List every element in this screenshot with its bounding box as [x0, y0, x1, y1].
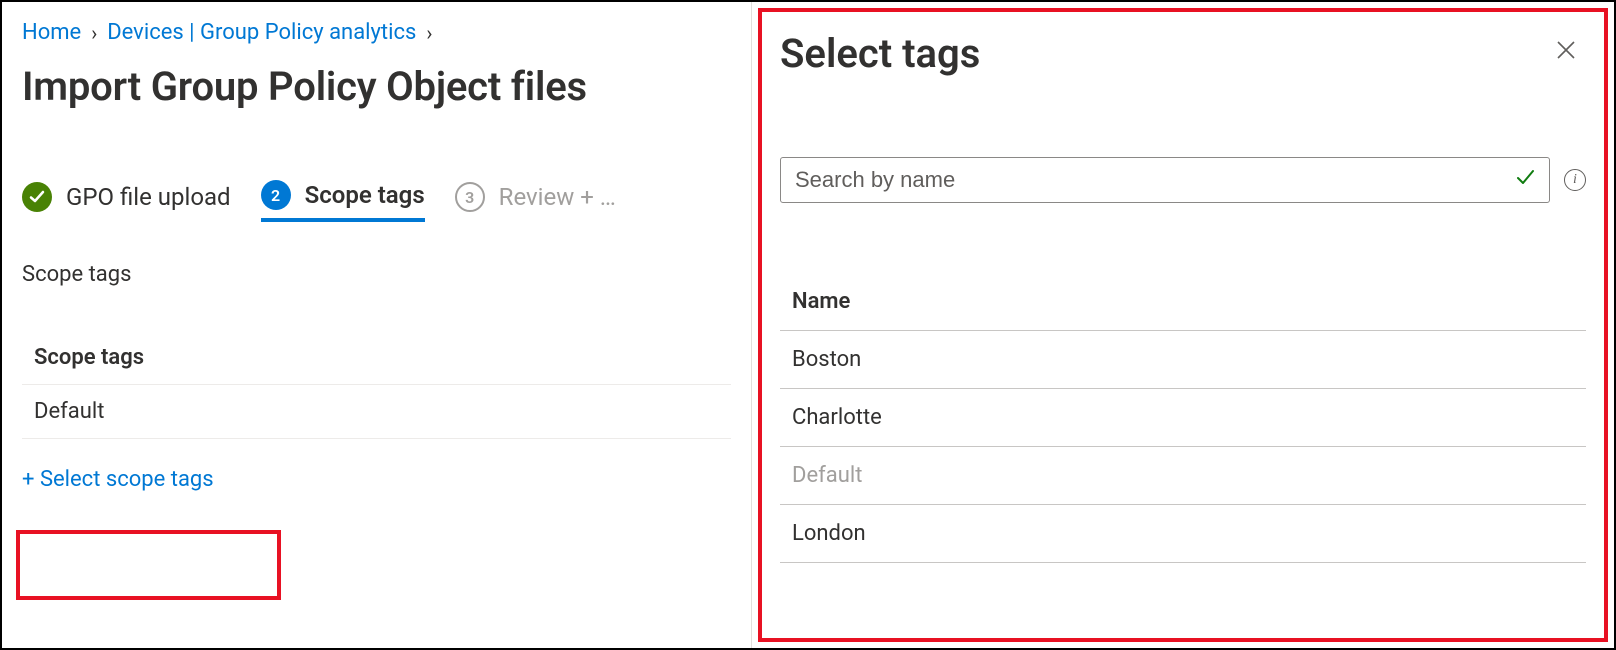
select-scope-tags-button[interactable]: + Select scope tags	[22, 467, 214, 492]
panel-title: Select tags	[780, 30, 980, 77]
page-title: Import Group Policy Object files	[22, 63, 731, 110]
search-input-wrapper	[780, 157, 1550, 203]
close-button[interactable]	[1546, 30, 1586, 70]
chevron-right-icon: ›	[91, 21, 97, 45]
select-tags-panel: Select tags i Name BostonCharlotteDefaul…	[752, 2, 1614, 648]
wizard-tabs: GPO file upload 2 Scope tags 3 Review + …	[22, 180, 731, 222]
close-icon	[1555, 39, 1577, 61]
tab-label: Review + …	[499, 183, 616, 211]
breadcrumb-devices[interactable]: Devices | Group Policy analytics	[107, 20, 416, 45]
tab-review-create[interactable]: 3 Review + …	[455, 182, 616, 220]
tags-table: Name BostonCharlotteDefaultLondon	[780, 273, 1586, 563]
column-header: Scope tags	[22, 331, 731, 385]
tag-row: Default	[780, 447, 1586, 505]
checkmark-icon	[22, 182, 52, 212]
tab-label: Scope tags	[305, 181, 425, 209]
tab-gpo-file-upload[interactable]: GPO file upload	[22, 182, 231, 220]
tag-row[interactable]: Charlotte	[780, 389, 1586, 447]
tab-scope-tags[interactable]: 2 Scope tags	[261, 180, 425, 222]
column-header: Name	[780, 273, 1586, 331]
main-content: Home › Devices | Group Policy analytics …	[2, 2, 752, 648]
table-row: Default	[22, 385, 731, 439]
step-number-icon: 3	[455, 182, 485, 212]
tab-label: GPO file upload	[66, 183, 231, 211]
chevron-right-icon: ›	[426, 21, 432, 45]
section-label: Scope tags	[22, 262, 731, 287]
annotation-highlight	[16, 530, 281, 600]
scope-tags-table: Scope tags Default	[22, 331, 731, 439]
breadcrumb-home[interactable]: Home	[22, 20, 81, 45]
info-icon[interactable]: i	[1564, 169, 1586, 191]
check-icon	[1515, 167, 1535, 193]
tag-row[interactable]: Boston	[780, 331, 1586, 389]
tag-row[interactable]: London	[780, 505, 1586, 563]
breadcrumb: Home › Devices | Group Policy analytics …	[22, 20, 731, 45]
step-number-icon: 2	[261, 180, 291, 210]
search-input[interactable]	[795, 167, 1507, 193]
